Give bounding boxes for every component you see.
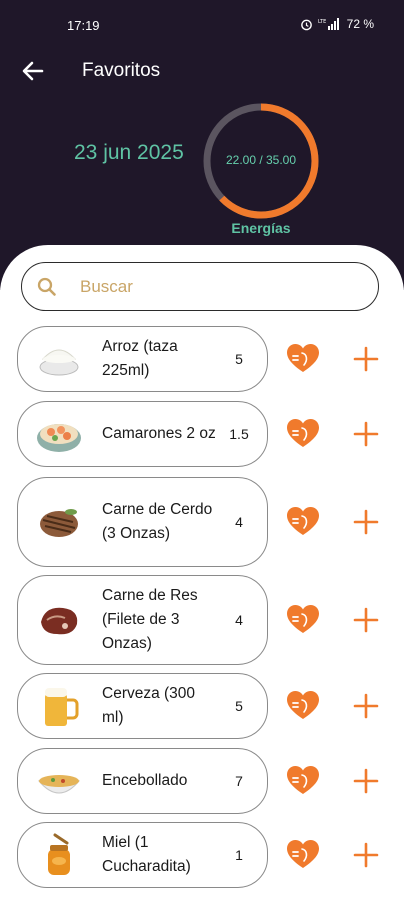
food-name: Carne de Cerdo (3 Onzas) <box>102 501 213 542</box>
search-bar[interactable] <box>21 262 379 311</box>
favorite-heart-icon[interactable] <box>287 605 319 635</box>
food-value: 5 <box>235 698 243 714</box>
shrimp-bowl-icon <box>37 424 81 452</box>
soup-bowl-icon <box>37 775 81 794</box>
food-row: Camarones 2 oz 1.5 <box>0 401 404 467</box>
date-label: 23 jun 2025 <box>74 141 184 164</box>
add-plus-icon[interactable] <box>353 607 379 633</box>
add-plus-icon[interactable] <box>353 346 379 372</box>
favorite-heart-icon[interactable] <box>287 507 319 537</box>
back-arrow-icon <box>22 61 44 81</box>
food-value: 4 <box>235 612 243 628</box>
food-name: Cerveza (300 ml) <box>102 685 196 726</box>
food-value: 1 <box>235 847 243 863</box>
beer-mug-icon <box>45 688 79 726</box>
ring-value: 22.00 / 35.00 <box>225 153 297 167</box>
food-name: Camarones 2 oz <box>102 425 216 442</box>
favorite-heart-icon[interactable] <box>287 344 319 374</box>
add-plus-icon[interactable] <box>353 421 379 447</box>
food-row: Carne de Cerdo (3 Onzas) 4 <box>0 477 404 567</box>
search-input[interactable] <box>78 273 362 301</box>
food-value: 7 <box>235 773 243 789</box>
search-icon <box>37 277 56 296</box>
beef-steak-icon <box>41 607 78 635</box>
food-card[interactable]: Camarones 2 oz 1.5 <box>17 401 268 467</box>
favorite-heart-icon[interactable] <box>287 419 319 449</box>
ring-label: Energías <box>231 220 291 236</box>
food-name: Arroz (taza 225ml) <box>102 338 178 379</box>
food-value: 4 <box>235 514 243 530</box>
back-arrow-button[interactable] <box>20 58 46 84</box>
honey-jar-icon <box>48 833 70 875</box>
food-row: Encebollado 7 <box>0 748 404 814</box>
food-row: Cerveza (300 ml) 5 <box>0 673 404 739</box>
add-plus-icon[interactable] <box>353 509 379 535</box>
pork-steak-icon <box>40 509 78 537</box>
food-name: Miel (1 Cucharadita) <box>102 834 191 875</box>
add-plus-icon[interactable] <box>353 693 379 719</box>
status-icons: LTE 72 % <box>300 17 374 31</box>
food-card[interactable]: Carne de Res (Filete de 3 Onzas) 4 <box>17 575 268 665</box>
food-value: 1.5 <box>229 426 249 442</box>
food-row: Carne de Res (Filete de 3 Onzas) 4 <box>0 575 404 665</box>
alarm-icon <box>300 19 312 30</box>
food-card[interactable]: Encebollado 7 <box>17 748 268 814</box>
svg-text:LTE: LTE <box>318 19 326 25</box>
favorite-heart-icon[interactable] <box>287 840 319 870</box>
add-plus-icon[interactable] <box>353 842 379 868</box>
signal-icon: LTE <box>318 18 339 30</box>
status-bar: 17:19 LTE 72 % <box>0 0 404 44</box>
food-card[interactable]: Arroz (taza 225ml) 5 <box>17 326 268 392</box>
food-value: 5 <box>235 351 243 367</box>
favorite-heart-icon[interactable] <box>287 766 319 796</box>
rice-bowl-icon <box>39 349 79 376</box>
food-row: Arroz (taza 225ml) 5 <box>0 326 404 392</box>
status-time: 17:19 <box>67 18 100 33</box>
food-name: Carne de Res (Filete de 3 Onzas) <box>102 587 198 652</box>
page-title: Favoritos <box>82 60 161 81</box>
food-name: Encebollado <box>102 772 188 789</box>
food-card[interactable]: Miel (1 Cucharadita) 1 <box>17 822 268 888</box>
favorite-heart-icon[interactable] <box>287 691 319 721</box>
food-card[interactable]: Cerveza (300 ml) 5 <box>17 673 268 739</box>
food-row: Miel (1 Cucharadita) 1 <box>0 822 404 888</box>
add-plus-icon[interactable] <box>353 768 379 794</box>
food-card[interactable]: Carne de Cerdo (3 Onzas) 4 <box>17 477 268 567</box>
battery-text: 72 % <box>346 17 374 31</box>
